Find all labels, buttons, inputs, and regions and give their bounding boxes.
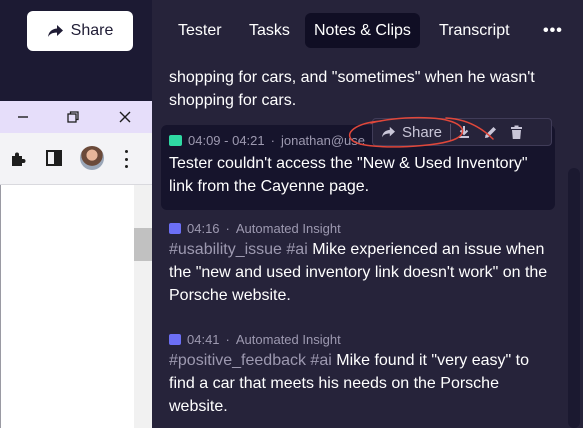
- insight-meta: 04:41 · Automated Insight: [169, 329, 559, 349]
- share-arrow-icon: [47, 24, 63, 37]
- tab-transcript[interactable]: Transcript: [430, 13, 519, 48]
- more-options-icon[interactable]: •••: [534, 13, 572, 48]
- browser-titlebar: [0, 101, 152, 133]
- minimize-icon[interactable]: [13, 108, 33, 126]
- insight-time: 04:41: [187, 331, 220, 347]
- previous-note-line-1: shopping for cars, and "sometimes" when …: [169, 69, 535, 86]
- left-pane: Share: [0, 0, 152, 428]
- panel-tabs: Tester Tasks Notes & Clips Transcript ••…: [152, 0, 583, 60]
- insight-icon: [169, 333, 181, 345]
- browser-scrollbar-thumb[interactable]: [134, 228, 152, 261]
- insight-tags[interactable]: #positive_feedback #ai: [169, 352, 332, 369]
- notes-panel: Tester Tasks Notes & Clips Transcript ••…: [152, 0, 583, 428]
- browser-scrollbar-track[interactable]: [134, 185, 152, 428]
- profile-avatar[interactable]: [80, 146, 104, 170]
- insight-source: Automated Insight: [235, 220, 341, 236]
- insight-tags[interactable]: #usability_issue #ai: [169, 241, 308, 258]
- meta-separator: ·: [225, 331, 230, 347]
- insight-source: Automated Insight: [235, 331, 341, 347]
- insight-meta: 04:16 · Automated Insight: [169, 218, 559, 238]
- tab-notes-clips[interactable]: Notes & Clips: [305, 13, 420, 48]
- clip-icon: [169, 135, 182, 146]
- download-icon[interactable]: [451, 119, 477, 145]
- clip-text: Tester couldn't access the "New & Used I…: [169, 155, 528, 195]
- close-icon[interactable]: [115, 108, 135, 126]
- meta-separator: ·: [225, 220, 230, 236]
- restore-icon[interactable]: [63, 108, 83, 126]
- browser-menu-icon[interactable]: [121, 150, 131, 168]
- notes-list: shopping for cars, and "sometimes" when …: [152, 60, 583, 428]
- previous-note-line-2: shopping for cars.: [169, 92, 297, 109]
- share-arrow-icon: [382, 126, 395, 137]
- insight-note-2[interactable]: 04:41 · Automated Insight #positive_feed…: [169, 329, 559, 418]
- clip-share-label: Share: [402, 123, 443, 141]
- meta-separator: ·: [270, 133, 275, 148]
- tab-tester[interactable]: Tester: [169, 13, 231, 48]
- clip-author: jonathan@use: [280, 133, 366, 148]
- insight-time: 04:16: [187, 220, 220, 236]
- trash-icon[interactable]: [503, 119, 529, 145]
- clip-actions-toolbar: Share: [372, 118, 552, 146]
- insight-note-1[interactable]: 04:16 · Automated Insight #usability_iss…: [169, 218, 559, 307]
- insight-icon: [169, 222, 181, 234]
- clip-share-button[interactable]: Share: [373, 119, 450, 145]
- page-divider: [0, 185, 1, 428]
- extensions-puzzle-icon[interactable]: [9, 150, 27, 173]
- share-button[interactable]: Share: [27, 11, 133, 51]
- insight-body: #positive_feedback #ai Mike found it "ve…: [169, 349, 559, 418]
- edit-icon[interactable]: [477, 119, 503, 145]
- insight-body: #usability_issue #ai Mike experienced an…: [169, 238, 559, 307]
- clip-meta: 04:09 - 04:21 · jonathan@use: [169, 133, 365, 148]
- embedded-browser-window: [0, 101, 152, 428]
- clip-time-range: 04:09 - 04:21: [188, 133, 265, 148]
- panel-scrollbar[interactable]: [568, 168, 580, 428]
- share-button-label: Share: [70, 22, 114, 39]
- tab-tasks[interactable]: Tasks: [240, 13, 299, 48]
- side-panel-icon[interactable]: [46, 150, 62, 166]
